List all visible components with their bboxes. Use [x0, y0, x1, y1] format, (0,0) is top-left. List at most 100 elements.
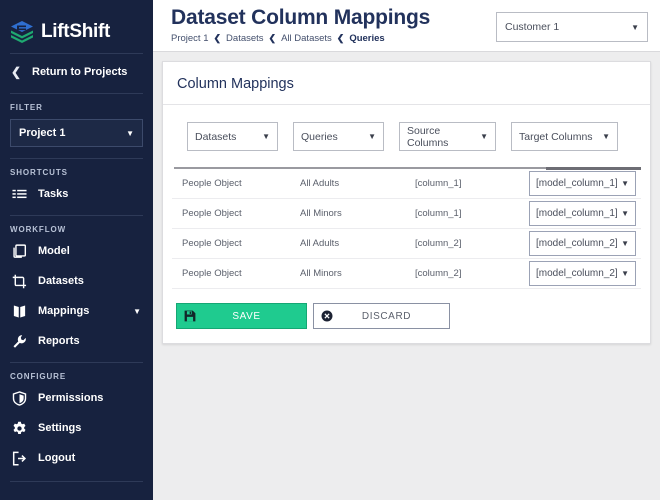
cell-query: All Adults	[300, 178, 340, 189]
sidebar-item-label: Settings	[38, 422, 82, 434]
brand-name: LiftShift	[41, 20, 111, 42]
cell-dataset: People Object	[182, 238, 242, 249]
customer-select-value: Customer 1	[505, 21, 560, 33]
chevron-down-icon: ▼	[368, 132, 376, 141]
sidebar-item-logout[interactable]: Logout	[0, 443, 153, 473]
table-row: People Object All Adults [column_2] [mod…	[172, 229, 641, 259]
breadcrumb-separator-icon: ❮	[268, 33, 277, 43]
target-column-select[interactable]: [model_column_2] ▼	[529, 261, 636, 286]
target-columns-filter-label: Target Columns	[519, 130, 593, 143]
sidebar-item-label: Permissions	[38, 392, 104, 404]
sidebar-item-datasets[interactable]: Datasets	[0, 266, 153, 296]
column-mappings-card: Column Mappings Datasets ▼ Queries ▼ Sou…	[162, 61, 651, 344]
card-header: Column Mappings	[163, 62, 650, 105]
wrench-icon	[10, 332, 28, 350]
customer-select[interactable]: Customer 1 ▼	[496, 12, 648, 42]
save-button[interactable]: SAVE	[176, 303, 307, 329]
sidebar-item-tasks[interactable]: Tasks	[0, 179, 153, 209]
chevron-down-icon: ▼	[602, 132, 610, 141]
crop-icon	[10, 272, 28, 290]
sidebar-item-label: Tasks	[38, 188, 69, 200]
source-columns-filter-label: Source Columns	[407, 124, 449, 149]
mappings-table: People Object All Adults [column_1] [mod…	[163, 167, 650, 289]
topbar: Dataset Column Mappings Project 1 ❮ Data…	[153, 0, 660, 52]
target-columns-filter-select[interactable]: Target Columns ▼	[511, 122, 618, 151]
sidebar-item-model[interactable]: Model	[0, 236, 153, 266]
target-column-select[interactable]: [model_column_1] ▼	[529, 201, 636, 226]
chevron-down-icon: ▼	[126, 128, 134, 138]
chevron-left-icon: ❮	[10, 65, 22, 79]
target-column-select[interactable]: [model_column_1] ▼	[529, 171, 636, 196]
horizontal-scrollbar[interactable]	[546, 167, 641, 170]
cell-target-column: [model_column_2] ▼	[529, 261, 636, 286]
card-title: Column Mappings	[177, 76, 294, 92]
shield-icon	[10, 389, 28, 407]
list-icon	[10, 185, 28, 203]
workflow-section-label: WORKFLOW	[10, 225, 67, 234]
filter-section-label: FILTER	[10, 103, 43, 112]
brand-logo[interactable]: LiftShift	[0, 0, 153, 50]
filter-row: Datasets ▼ Queries ▼ Source Columns ▼ Ta…	[163, 105, 650, 167]
project-filter-select[interactable]: Project 1 ▼	[10, 119, 143, 147]
chevron-down-icon: ▼	[133, 306, 141, 316]
cell-query: All Adults	[300, 238, 340, 249]
shortcuts-section-label: SHORTCUTS	[10, 168, 68, 177]
breadcrumb-item[interactable]: Datasets	[226, 33, 264, 44]
table-row: People Object All Adults [column_1] [mod…	[172, 169, 641, 199]
chevron-down-icon: ▼	[631, 22, 639, 32]
cell-source-column: [column_2]	[415, 268, 462, 279]
sidebar-item-label: Mappings	[38, 305, 90, 317]
cell-target-column: [model_column_2] ▼	[529, 231, 636, 256]
floppy-disk-icon	[177, 310, 203, 322]
target-column-value: [model_column_2]	[536, 238, 618, 249]
sidebar-item-settings[interactable]: Settings	[0, 413, 153, 443]
breadcrumb-item[interactable]: All Datasets	[281, 33, 332, 44]
x-circle-icon	[314, 310, 340, 322]
sidebar-item-label: Reports	[38, 335, 80, 347]
sidebar-item-mappings[interactable]: Mappings ▼	[0, 296, 153, 326]
sidebar: LiftShift ❮ Return to Projects FILTER Pr…	[0, 0, 153, 500]
divider	[10, 481, 143, 482]
cell-dataset: People Object	[182, 268, 242, 279]
cell-dataset: People Object	[182, 208, 242, 219]
datasets-filter-label: Datasets	[195, 130, 237, 143]
chevron-down-icon: ▼	[621, 269, 629, 278]
table-row: People Object All Minors [column_1] [mod…	[172, 199, 641, 229]
return-to-projects-button[interactable]: ❮ Return to Projects	[0, 54, 153, 90]
discard-button-label: DISCARD	[361, 310, 412, 322]
sidebar-item-label: Datasets	[38, 275, 84, 287]
project-filter-value: Project 1	[19, 127, 66, 139]
configure-section-label: CONFIGURE	[10, 372, 67, 381]
table-row: People Object All Minors [column_2] [mod…	[172, 259, 641, 289]
queries-filter-label: Queries	[301, 130, 338, 143]
target-column-value: [model_column_1]	[536, 178, 618, 189]
target-column-value: [model_column_2]	[536, 268, 618, 279]
sidebar-item-reports[interactable]: Reports	[0, 326, 153, 356]
app-root: LiftShift ❮ Return to Projects FILTER Pr…	[0, 0, 660, 500]
chevron-down-icon: ▼	[621, 179, 629, 188]
chevron-down-icon: ▼	[262, 132, 270, 141]
cell-query: All Minors	[300, 208, 342, 219]
cell-source-column: [column_2]	[415, 238, 462, 249]
book-icon	[10, 302, 28, 320]
datasets-filter-select[interactable]: Datasets ▼	[187, 122, 278, 151]
cell-target-column: [model_column_1] ▼	[529, 171, 636, 196]
queries-filter-select[interactable]: Queries ▼	[293, 122, 384, 151]
breadcrumb: Project 1 ❮ Datasets ❮ All Datasets ❮ Qu…	[171, 33, 496, 44]
source-columns-filter-select[interactable]: Source Columns ▼	[399, 122, 496, 151]
target-column-select[interactable]: [model_column_2] ▼	[529, 231, 636, 256]
breadcrumb-separator-icon: ❮	[336, 33, 345, 43]
chevron-down-icon: ▼	[480, 132, 488, 141]
layers-icon	[9, 19, 35, 45]
discard-button[interactable]: DISCARD	[313, 303, 450, 329]
cell-target-column: [model_column_1] ▼	[529, 201, 636, 226]
cell-dataset: People Object	[182, 178, 242, 189]
chevron-down-icon: ▼	[621, 239, 629, 248]
main-content: Dataset Column Mappings Project 1 ❮ Data…	[153, 0, 660, 500]
sidebar-item-label: Logout	[38, 452, 76, 464]
action-row: SAVE DISCARD	[163, 289, 650, 343]
chevron-down-icon: ▼	[621, 209, 629, 218]
breadcrumb-separator-icon: ❮	[213, 33, 222, 43]
sidebar-item-permissions[interactable]: Permissions	[0, 383, 153, 413]
breadcrumb-item[interactable]: Project 1	[171, 33, 209, 44]
